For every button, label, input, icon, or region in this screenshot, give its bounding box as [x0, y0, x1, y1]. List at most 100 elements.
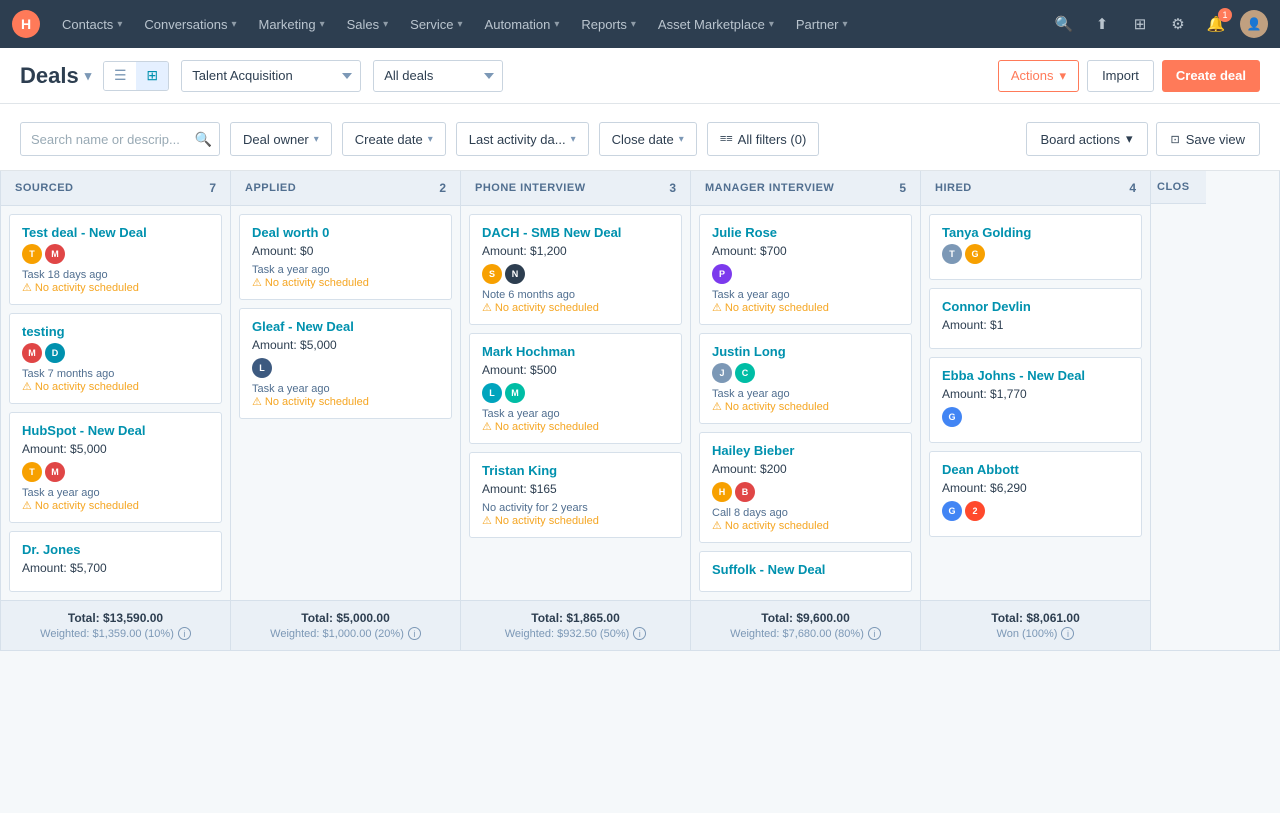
- deal-card[interactable]: Connor DevlinAmount: $1: [929, 288, 1142, 349]
- deal-card[interactable]: DACH - SMB New DealAmount: $1,200SNNote …: [469, 214, 682, 325]
- nav-item-reports[interactable]: Reports ▾: [571, 11, 646, 38]
- avatar: M: [22, 343, 42, 363]
- deal-card[interactable]: Justin LongJCTask a year ago⚠ No activit…: [699, 333, 912, 424]
- nav-item-partner[interactable]: Partner ▾: [786, 11, 858, 38]
- deal-name[interactable]: Julie Rose: [712, 225, 899, 240]
- nav-items: Contacts ▾ Conversations ▾ Marketing ▾ S…: [52, 11, 1050, 38]
- info-icon[interactable]: i: [178, 627, 191, 640]
- column-cards: Test deal - New DealTMTask 18 days ago⚠ …: [1, 206, 230, 600]
- deal-name[interactable]: Dean Abbott: [942, 462, 1129, 477]
- pipeline-selector[interactable]: Talent Acquisition: [181, 60, 361, 92]
- deal-card[interactable]: Ebba Johns - New DealAmount: $1,770G: [929, 357, 1142, 443]
- create-deal-button[interactable]: Create deal: [1162, 60, 1260, 92]
- notifications-button[interactable]: 🔔 1: [1202, 10, 1230, 38]
- deal-name[interactable]: Mark Hochman: [482, 344, 669, 359]
- avatar: 2: [965, 501, 985, 521]
- deal-warning: ⚠ No activity scheduled: [252, 276, 439, 289]
- deal-card[interactable]: testingMDTask 7 months ago⚠ No activity …: [9, 313, 222, 404]
- import-button[interactable]: Import: [1087, 60, 1154, 92]
- deal-card[interactable]: Dr. JonesAmount: $5,700: [9, 531, 222, 592]
- deal-card[interactable]: Mark HochmanAmount: $500LMTask a year ag…: [469, 333, 682, 444]
- nav-item-automation[interactable]: Automation ▾: [475, 11, 570, 38]
- chevron-down-icon: ▾: [458, 19, 463, 30]
- deal-avatars: HB: [712, 482, 899, 502]
- deal-name[interactable]: Tristan King: [482, 463, 669, 478]
- settings-button[interactable]: ⚙: [1164, 10, 1192, 38]
- deal-avatars: TM: [22, 462, 209, 482]
- marketplace-button[interactable]: ⊞: [1126, 10, 1154, 38]
- search-button[interactable]: 🔍: [1050, 10, 1078, 38]
- page-title[interactable]: Deals ▾: [20, 63, 91, 89]
- deal-amount: Amount: $1,770: [942, 387, 1129, 401]
- deal-warning: ⚠ No activity scheduled: [252, 395, 439, 408]
- deal-card[interactable]: HubSpot - New DealAmount: $5,000TMTask a…: [9, 412, 222, 523]
- deal-name[interactable]: Dr. Jones: [22, 542, 209, 557]
- deal-card[interactable]: Suffolk - New Deal: [699, 551, 912, 592]
- chevron-down-icon: ▾: [383, 19, 388, 30]
- avatar: S: [482, 264, 502, 284]
- deal-name[interactable]: Test deal - New Deal: [22, 225, 209, 240]
- board-view-button[interactable]: ⊞: [136, 62, 168, 90]
- nav-item-service[interactable]: Service ▾: [400, 11, 472, 38]
- avatar: M: [45, 462, 65, 482]
- column-weighted: Weighted: $1,000.00 (20%) i: [245, 627, 446, 640]
- deal-name[interactable]: HubSpot - New Deal: [22, 423, 209, 438]
- actions-button[interactable]: Actions ▾: [998, 60, 1079, 92]
- column-weighted: Weighted: $932.50 (50%) i: [475, 627, 676, 640]
- column-header-hired: HIRED4: [921, 171, 1150, 206]
- upgrade-button[interactable]: ⬆: [1088, 10, 1116, 38]
- deal-name[interactable]: Hailey Bieber: [712, 443, 899, 458]
- deal-name[interactable]: Justin Long: [712, 344, 899, 359]
- search-icon[interactable]: 🔍: [195, 131, 212, 148]
- info-icon[interactable]: i: [1061, 627, 1074, 640]
- info-icon[interactable]: i: [868, 627, 881, 640]
- deal-name[interactable]: Ebba Johns - New Deal: [942, 368, 1129, 383]
- deal-card[interactable]: Tanya GoldingTG: [929, 214, 1142, 280]
- filter-bar: 🔍 Deal owner ▾ Create date ▾ Last activi…: [0, 104, 1280, 171]
- list-view-button[interactable]: ☰: [104, 62, 136, 90]
- close-date-filter[interactable]: Close date ▾: [599, 122, 697, 156]
- deal-name[interactable]: Deal worth 0: [252, 225, 439, 240]
- last-activity-filter[interactable]: Last activity da... ▾: [456, 122, 589, 156]
- chevron-down-icon: ▾: [1126, 131, 1133, 147]
- deal-card[interactable]: Hailey BieberAmount: $200HBCall 8 days a…: [699, 432, 912, 543]
- hubspot-logo[interactable]: H: [12, 10, 40, 38]
- chevron-down-icon: ▾: [85, 68, 92, 84]
- deal-card[interactable]: Test deal - New DealTMTask 18 days ago⚠ …: [9, 214, 222, 305]
- deal-meta: Task a year ago: [712, 388, 899, 400]
- user-avatar[interactable]: 👤: [1240, 10, 1268, 38]
- deal-name[interactable]: testing: [22, 324, 209, 339]
- nav-item-marketing[interactable]: Marketing ▾: [248, 11, 334, 38]
- deal-card[interactable]: Julie RoseAmount: $700PTask a year ago⚠ …: [699, 214, 912, 325]
- column-cards: Tanya GoldingTG Connor DevlinAmount: $1 Eb…: [921, 206, 1150, 600]
- search-input[interactable]: [20, 122, 220, 156]
- deal-card[interactable]: Deal worth 0Amount: $0Task a year ago⚠ N…: [239, 214, 452, 300]
- deal-name[interactable]: DACH - SMB New Deal: [482, 225, 669, 240]
- create-date-filter[interactable]: Create date ▾: [342, 122, 446, 156]
- column-header-closed: CLOS: [1151, 171, 1206, 204]
- board-actions-button[interactable]: Board actions ▾: [1026, 122, 1148, 156]
- filter-selector[interactable]: All deals: [373, 60, 503, 92]
- deal-card[interactable]: Tristan KingAmount: $165No activity for …: [469, 452, 682, 538]
- avatar: P: [712, 264, 732, 284]
- deal-name[interactable]: Connor Devlin: [942, 299, 1129, 314]
- nav-item-conversations[interactable]: Conversations ▾: [134, 11, 246, 38]
- avatar: G: [965, 244, 985, 264]
- save-view-button[interactable]: ⊡ Save view: [1156, 122, 1260, 156]
- info-icon[interactable]: i: [408, 627, 421, 640]
- column-header-applied: APPLIED2: [231, 171, 460, 206]
- nav-item-asset-marketplace[interactable]: Asset Marketplace ▾: [648, 11, 784, 38]
- nav-item-contacts[interactable]: Contacts ▾: [52, 11, 132, 38]
- chevron-down-icon: ▾: [117, 19, 122, 30]
- deal-name[interactable]: Suffolk - New Deal: [712, 562, 899, 577]
- deal-owner-filter[interactable]: Deal owner ▾: [230, 122, 332, 156]
- deal-avatars: P: [712, 264, 899, 284]
- nav-item-sales[interactable]: Sales ▾: [337, 11, 399, 38]
- all-filters-button[interactable]: ≡≡ All filters (0): [707, 122, 819, 156]
- column-weighted: Weighted: $1,359.00 (10%) i: [15, 627, 216, 640]
- deal-name[interactable]: Tanya Golding: [942, 225, 1129, 240]
- deal-name[interactable]: Gleaf - New Deal: [252, 319, 439, 334]
- info-icon[interactable]: i: [633, 627, 646, 640]
- deal-card[interactable]: Gleaf - New DealAmount: $5,000LTask a ye…: [239, 308, 452, 419]
- deal-card[interactable]: Dean AbbottAmount: $6,290G2: [929, 451, 1142, 537]
